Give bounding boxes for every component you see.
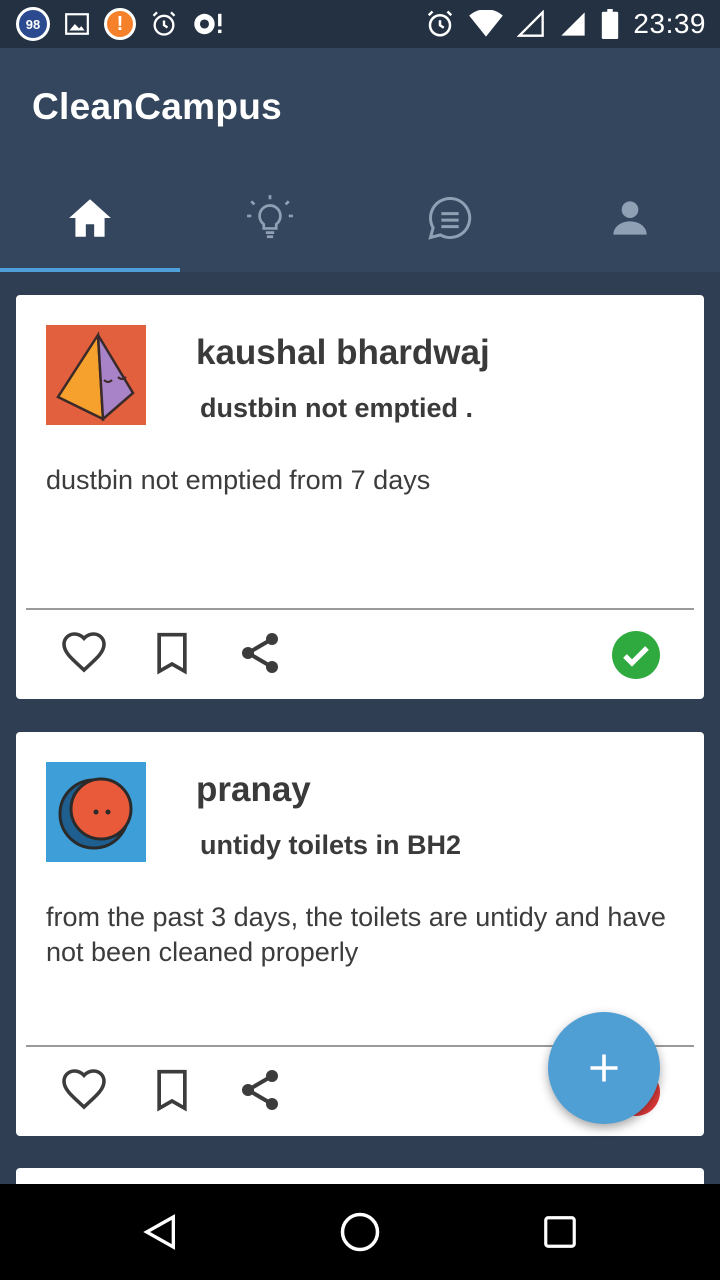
add-post-button[interactable]: [548, 1012, 660, 1124]
screen: 98 ! 23:39 CleanCampus kaushal bhardwaj …: [0, 0, 720, 1280]
post-author[interactable]: kaushal bhardwaj: [196, 333, 490, 373]
heart-icon: [62, 1069, 106, 1110]
post-body: dustbin not emptied from 7 days: [46, 465, 431, 495]
heart-icon: [62, 632, 106, 673]
image-icon: [64, 11, 90, 37]
signal-empty-icon: [517, 10, 545, 38]
notification-count-badge: 98: [16, 7, 50, 41]
tab-ideas[interactable]: [180, 168, 360, 268]
alert-icon: !: [104, 8, 136, 40]
alarm-icon: [425, 9, 455, 39]
tab-profile[interactable]: [540, 168, 720, 268]
tab-home[interactable]: [0, 168, 180, 268]
post-actions: [60, 629, 284, 677]
status-bar-right: 23:39: [425, 8, 706, 40]
share-button[interactable]: [236, 1066, 284, 1114]
bookmark-icon: [157, 1069, 187, 1112]
clock: 23:39: [633, 8, 706, 39]
like-button[interactable]: [60, 629, 108, 677]
post-card[interactable]: [16, 1168, 704, 1184]
recents-button[interactable]: [530, 1202, 590, 1262]
back-icon: [143, 1214, 175, 1250]
home-button[interactable]: [330, 1202, 390, 1262]
post-actions: [60, 1066, 284, 1114]
tab-bar: [0, 168, 720, 272]
post-body: from the past 3 days, the toilets are un…: [46, 902, 666, 967]
tab-chat[interactable]: [360, 168, 540, 268]
battery-icon: [601, 9, 619, 39]
back-button[interactable]: [130, 1202, 190, 1262]
recents-icon: [544, 1216, 576, 1248]
post-author[interactable]: pranay: [196, 770, 311, 810]
share-icon: [242, 633, 278, 673]
bookmark-button[interactable]: [148, 1066, 196, 1114]
like-button[interactable]: [60, 1066, 108, 1114]
pyramid-avatar: [46, 325, 146, 425]
app-bar: CleanCampus: [0, 48, 720, 272]
chat-icon: [428, 196, 472, 240]
plus-icon: [590, 1054, 618, 1082]
home-icon: [69, 199, 111, 237]
post-title: untidy toilets in BH2: [200, 830, 462, 860]
person-icon: [613, 201, 647, 235]
sync-icon: [192, 10, 226, 38]
status-bar: 98 ! 23:39: [0, 0, 720, 48]
post-title: dustbin not emptied .: [200, 393, 473, 423]
system-nav-bar: [0, 1184, 720, 1280]
moon-avatar: [46, 762, 146, 862]
alarm-icon: [150, 10, 178, 38]
share-button[interactable]: [236, 629, 284, 677]
signal-icon: [559, 10, 587, 38]
post-card[interactable]: kaushal bhardwaj dustbin not emptied . d…: [16, 295, 704, 699]
lightbulb-icon: [247, 195, 293, 239]
share-icon: [242, 1070, 278, 1110]
status-bar-left: 98 !: [16, 7, 226, 41]
bookmark-button[interactable]: [148, 629, 196, 677]
divider: [26, 608, 694, 610]
bookmark-icon: [157, 632, 187, 675]
wifi-icon: [469, 10, 504, 38]
app-title: CleanCampus: [32, 86, 283, 127]
home-circle-icon: [340, 1212, 380, 1252]
resolved-status-icon: [612, 631, 660, 679]
